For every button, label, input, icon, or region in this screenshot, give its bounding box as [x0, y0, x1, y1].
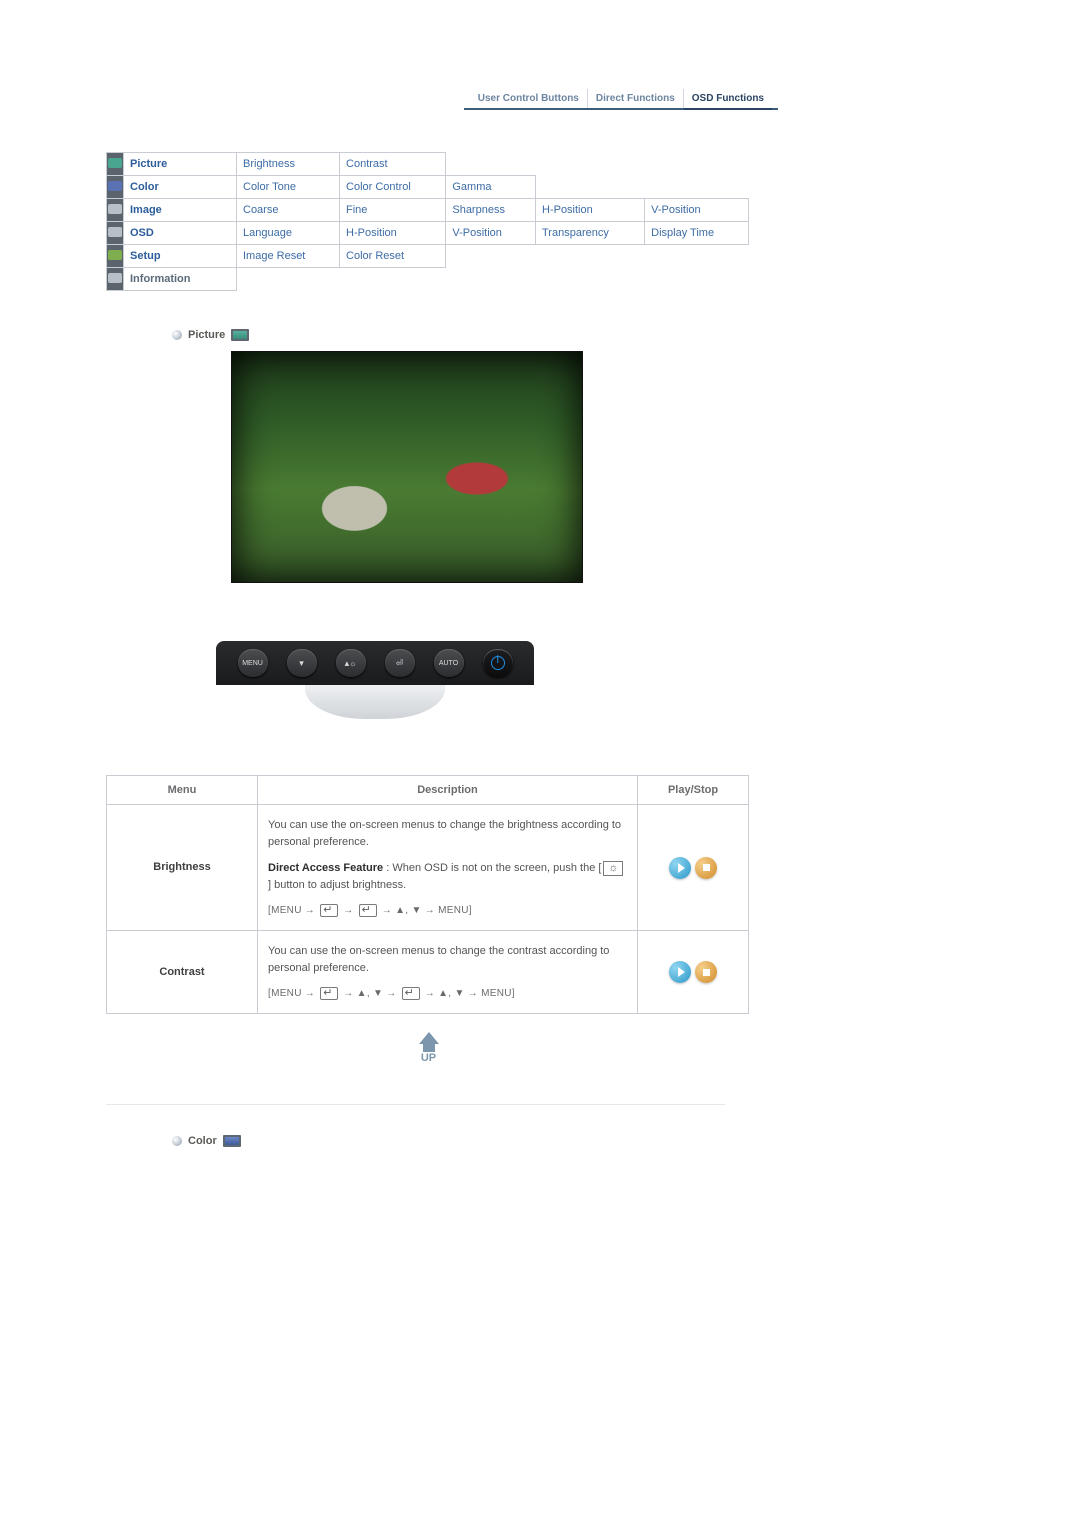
row-brightness-menu: Brightness	[107, 805, 258, 931]
th-description: Description	[258, 776, 638, 805]
back-to-top-link[interactable]: UP	[405, 1032, 453, 1064]
information-icon	[107, 268, 124, 291]
nav-osd-h-position[interactable]: H-Position	[340, 222, 446, 245]
panel-down-button[interactable]: ▾	[287, 649, 317, 677]
panel-power-button[interactable]	[483, 649, 513, 677]
nav-transparency[interactable]: Transparency	[536, 222, 645, 245]
osd-nav-table: Picture Brightness Contrast Color Color …	[106, 152, 749, 291]
power-icon	[491, 656, 505, 670]
nav-image-reset[interactable]: Image Reset	[237, 245, 340, 268]
contrast-stop-button[interactable]	[695, 961, 717, 983]
nav-brightness[interactable]: Brightness	[237, 153, 340, 176]
section-tabs: User Control Buttons Direct Functions OS…	[464, 86, 778, 110]
nav-h-position[interactable]: H-Position	[536, 199, 645, 222]
contrast-play-button[interactable]	[669, 961, 691, 983]
brightness-sequence: [MENU → → → ▲, ▼ → MENU]	[268, 903, 627, 918]
enter-icon	[402, 987, 420, 1000]
nav-osd-v-position[interactable]: V-Position	[446, 222, 536, 245]
nav-picture[interactable]: Picture	[124, 153, 237, 176]
tab-direct-functions[interactable]: Direct Functions	[588, 89, 684, 108]
enter-icon	[320, 904, 338, 917]
nav-color[interactable]: Color	[124, 176, 237, 199]
nav-sharpness[interactable]: Sharpness	[446, 199, 536, 222]
osd-icon	[107, 222, 124, 245]
nav-image[interactable]: Image	[124, 199, 237, 222]
nav-color-reset[interactable]: Color Reset	[340, 245, 446, 268]
picture-info-table: Menu Description Play/Stop Brightness Yo…	[106, 775, 749, 1014]
play-icon	[678, 967, 685, 977]
panel-enter-button[interactable]: ⏎	[385, 649, 415, 677]
stop-icon	[703, 969, 710, 976]
brightness-button-icon: ☼	[603, 861, 623, 876]
brightness-play-button[interactable]	[669, 857, 691, 879]
panel-up-button[interactable]: ▴☼	[336, 649, 366, 677]
nav-osd[interactable]: OSD	[124, 222, 237, 245]
section-divider	[106, 1104, 725, 1105]
color-osd-icon	[223, 1135, 241, 1147]
monitor-button-panel: MENU ▾ ▴☼ ⏎ AUTO	[216, 641, 534, 719]
nav-information[interactable]: Information	[124, 268, 237, 291]
row-contrast-menu: Contrast	[107, 931, 258, 1014]
nav-language[interactable]: Language	[237, 222, 340, 245]
contrast-sequence: [MENU → → ▲, ▼ → → ▲, ▼ → MENU]	[268, 986, 627, 1001]
nav-coarse[interactable]: Coarse	[237, 199, 340, 222]
section-color-label: Color	[188, 1135, 217, 1147]
brightness-stop-button[interactable]	[695, 857, 717, 879]
bullet-icon	[172, 330, 182, 340]
th-menu: Menu	[107, 776, 258, 805]
picture-icon	[107, 153, 124, 176]
row-brightness-desc: You can use the on-screen menus to chang…	[258, 805, 638, 931]
row-contrast-desc: You can use the on-screen menus to chang…	[258, 931, 638, 1014]
bullet-icon	[172, 1136, 182, 1146]
setup-icon	[107, 245, 124, 268]
nav-color-control[interactable]: Color Control	[340, 176, 446, 199]
up-label: UP	[421, 1052, 436, 1064]
sample-display-image	[231, 351, 583, 583]
nav-display-time[interactable]: Display Time	[645, 222, 749, 245]
enter-icon	[320, 987, 338, 1000]
nav-color-tone[interactable]: Color Tone	[237, 176, 340, 199]
stop-icon	[703, 864, 710, 871]
tab-user-control-buttons[interactable]: User Control Buttons	[470, 89, 588, 108]
nav-gamma[interactable]: Gamma	[446, 176, 536, 199]
up-arrow-icon	[419, 1032, 439, 1044]
section-picture-label: Picture	[188, 329, 225, 341]
enter-icon	[359, 904, 377, 917]
th-play-stop: Play/Stop	[638, 776, 749, 805]
nav-v-position[interactable]: V-Position	[645, 199, 749, 222]
color-icon	[107, 176, 124, 199]
nav-setup[interactable]: Setup	[124, 245, 237, 268]
play-icon	[678, 863, 685, 873]
nav-contrast[interactable]: Contrast	[340, 153, 446, 176]
panel-menu-button[interactable]: MENU	[238, 649, 268, 677]
tab-osd-functions[interactable]: OSD Functions	[684, 89, 772, 110]
section-color-title: Color	[172, 1135, 751, 1147]
picture-osd-icon	[231, 329, 249, 341]
panel-auto-button[interactable]: AUTO	[434, 649, 464, 677]
image-icon	[107, 199, 124, 222]
nav-fine[interactable]: Fine	[340, 199, 446, 222]
section-picture-title: Picture	[172, 329, 751, 341]
